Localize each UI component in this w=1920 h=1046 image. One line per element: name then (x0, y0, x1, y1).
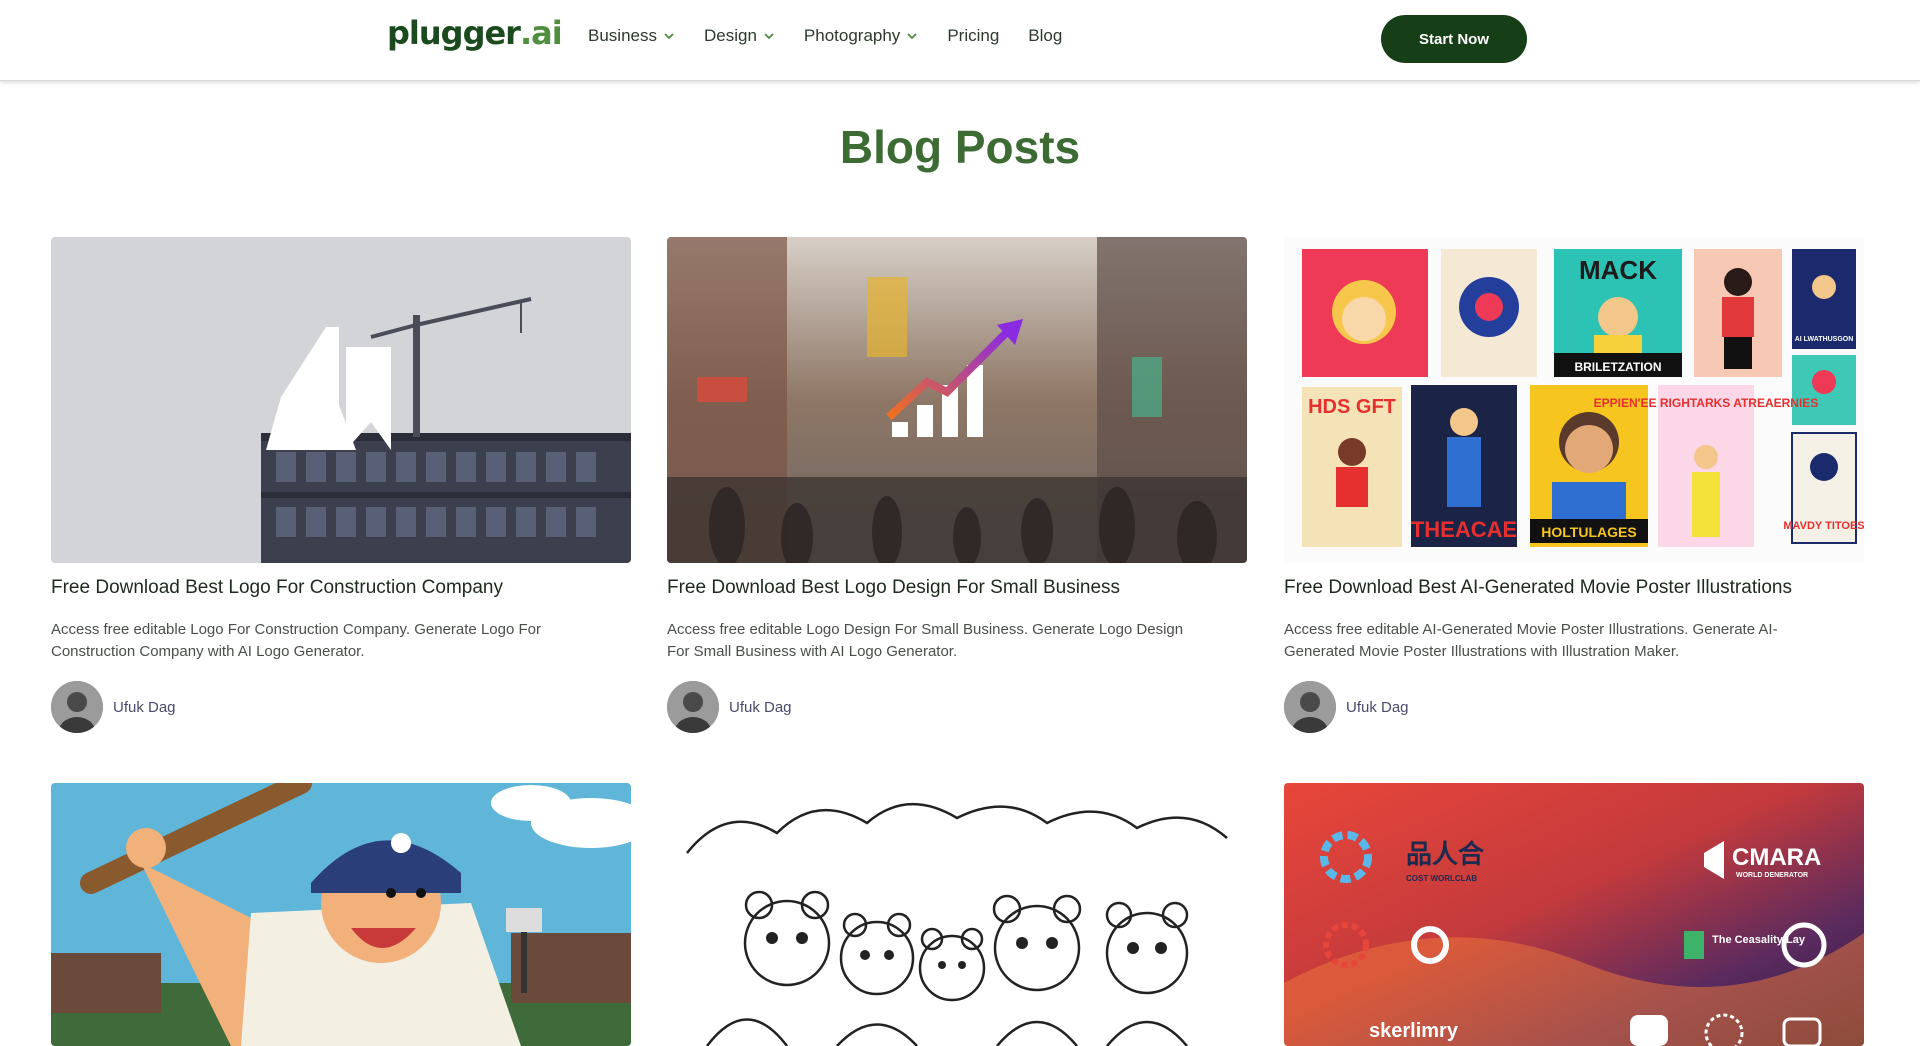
construction-logo-image (51, 237, 631, 563)
logo-text: CMARA (1732, 844, 1821, 871)
movie-posters-image: MACK BRILETZATION AI LWATHUSGON HDS GFT … (1284, 237, 1864, 563)
post-description: Access free editable AI-Generated Movie … (1284, 621, 1778, 660)
logo[interactable]: plugger .ai (387, 14, 563, 52)
logo-text: plugger (387, 14, 521, 52)
logo-text: COST WORLCLAB (1406, 874, 1477, 883)
baseball-player-image (51, 783, 631, 1046)
post-description: Access free editable Logo Design For Sma… (667, 621, 1184, 660)
post-image-baseball[interactable] (51, 783, 631, 1046)
blog-card[interactable]: Free Download Best Logo Design For Small… (667, 237, 1247, 733)
logo-collection-image: 品人合 COST WORLCLAB CMARA WORLD DENERATOR … (1284, 783, 1864, 1046)
post-image-small-business[interactable] (667, 237, 1247, 563)
nav-blog-label: Blog (1028, 26, 1063, 45)
post-author[interactable]: Ufuk Dag (51, 681, 631, 733)
poster-text: HOLTULAGES (1541, 524, 1636, 540)
nav-business-label: Business (588, 26, 657, 45)
blog-card[interactable]: 品人合 COST WORLCLAB CMARA WORLD DENERATOR … (1284, 783, 1864, 1046)
poster-text: HDS GFT (1308, 396, 1396, 418)
logo-ext: .ai (519, 14, 563, 52)
chevron-down-icon (664, 33, 674, 40)
post-author[interactable]: Ufuk Dag (1284, 681, 1864, 733)
post-image-coloring-page[interactable] (667, 783, 1247, 1046)
poster-text: BRILETZATION (1574, 360, 1661, 374)
author-name: Ufuk Dag (1346, 698, 1409, 716)
author-name: Ufuk Dag (729, 698, 792, 716)
site-header: plugger .ai Business Design Photography P… (0, 0, 1920, 81)
nav-blog[interactable]: Blog (1028, 26, 1062, 46)
poster-text: EPPIEN'EE RIGHTARKS ATREAERNIES (1594, 396, 1819, 410)
main-nav: Business Design Photography Pricing Blog (588, 26, 1091, 46)
page-title: Blog Posts (839, 121, 1081, 173)
avatar (667, 681, 719, 733)
chevron-down-icon (764, 33, 774, 40)
nav-design[interactable]: Design (704, 26, 775, 46)
blog-card[interactable] (667, 783, 1247, 1046)
post-image-movie-posters[interactable]: MACK BRILETZATION AI LWATHUSGON HDS GFT … (1284, 237, 1864, 563)
nav-pricing-label: Pricing (947, 26, 1000, 45)
post-description: Access free editable Logo For Constructi… (51, 621, 541, 660)
nav-business[interactable]: Business (588, 26, 675, 46)
svg-text:品人合: 品人合 (1406, 839, 1485, 869)
poster-text: MACK (1579, 255, 1657, 285)
author-name: Ufuk Dag (113, 698, 176, 716)
blog-card[interactable]: MACK BRILETZATION AI LWATHUSGON HDS GFT … (1284, 237, 1864, 733)
post-title[interactable]: Free Download Best AI-Generated Movie Po… (1284, 575, 1864, 601)
post-author[interactable]: Ufuk Dag (667, 681, 1247, 733)
avatar (1284, 681, 1336, 733)
growth-chart-image (667, 237, 1247, 563)
poster-text: MAVDY TITOES (1783, 520, 1864, 532)
poster-text: AI LWATHUSGON (1795, 336, 1854, 343)
nav-photography-label: Photography (803, 26, 901, 45)
post-image-logo-collection[interactable]: 品人合 COST WORLCLAB CMARA WORLD DENERATOR … (1284, 783, 1864, 1046)
avatar (51, 681, 103, 733)
start-now-button[interactable]: Start Now (1381, 15, 1527, 63)
chevron-down-icon (907, 33, 917, 40)
poster-text: THEACAE (1411, 517, 1517, 542)
post-title[interactable]: Free Download Best Logo For Construction… (51, 575, 631, 601)
nav-design-label: Design (703, 26, 757, 45)
coloring-bears-image (667, 783, 1247, 1046)
post-image-construction[interactable] (51, 237, 631, 563)
blog-card[interactable]: Free Download Best Logo For Construction… (51, 237, 631, 733)
nav-photography[interactable]: Photography (804, 26, 918, 46)
logo-text: WORLD DENERATOR (1736, 872, 1808, 879)
post-title[interactable]: Free Download Best Logo Design For Small… (667, 575, 1247, 601)
logo-text: skerlimry (1369, 1020, 1459, 1042)
logo-text: The Ceasality Lay (1712, 934, 1806, 946)
nav-pricing[interactable]: Pricing (947, 26, 999, 46)
blog-card[interactable] (51, 783, 631, 1046)
